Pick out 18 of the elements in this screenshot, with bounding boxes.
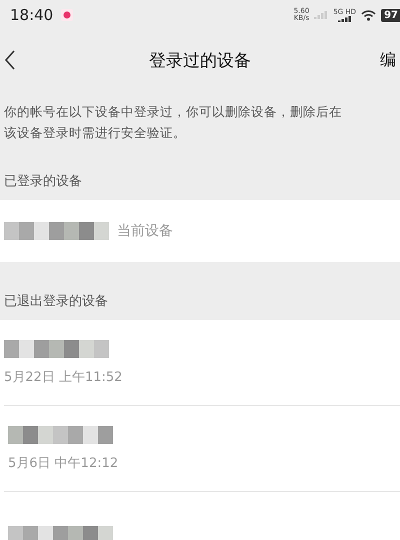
device-row[interactable]: 5月6日 中午12:12: [4, 405, 400, 491]
signal-icon: [314, 11, 328, 19]
edit-button[interactable]: 编: [380, 50, 400, 70]
description-text: 该设备登录时需进行安全验证。: [4, 125, 186, 142]
battery-level: 97: [381, 8, 400, 22]
section-header: 已登录的设备: [4, 174, 82, 189]
status-time: 18:40: [10, 6, 54, 24]
current-device-label: 当前设备: [117, 222, 173, 240]
section-header: 已退出登录的设备: [4, 294, 108, 309]
device-row[interactable]: 5月22日 上午11:52: [0, 320, 400, 405]
wifi-icon: [361, 10, 376, 20]
login-time: 5月6日 中午12:12: [8, 454, 120, 472]
login-time: 5月22日 上午11:52: [4, 368, 124, 386]
signal-icon: [338, 16, 352, 22]
description-text: 你的帐号在以下设备中登录过，你可以删除设备，删除后在: [4, 104, 342, 121]
device-row[interactable]: 当前设备: [0, 200, 400, 262]
app-notification-icon: [61, 9, 74, 21]
page-title: 登录过的设备: [149, 50, 251, 72]
